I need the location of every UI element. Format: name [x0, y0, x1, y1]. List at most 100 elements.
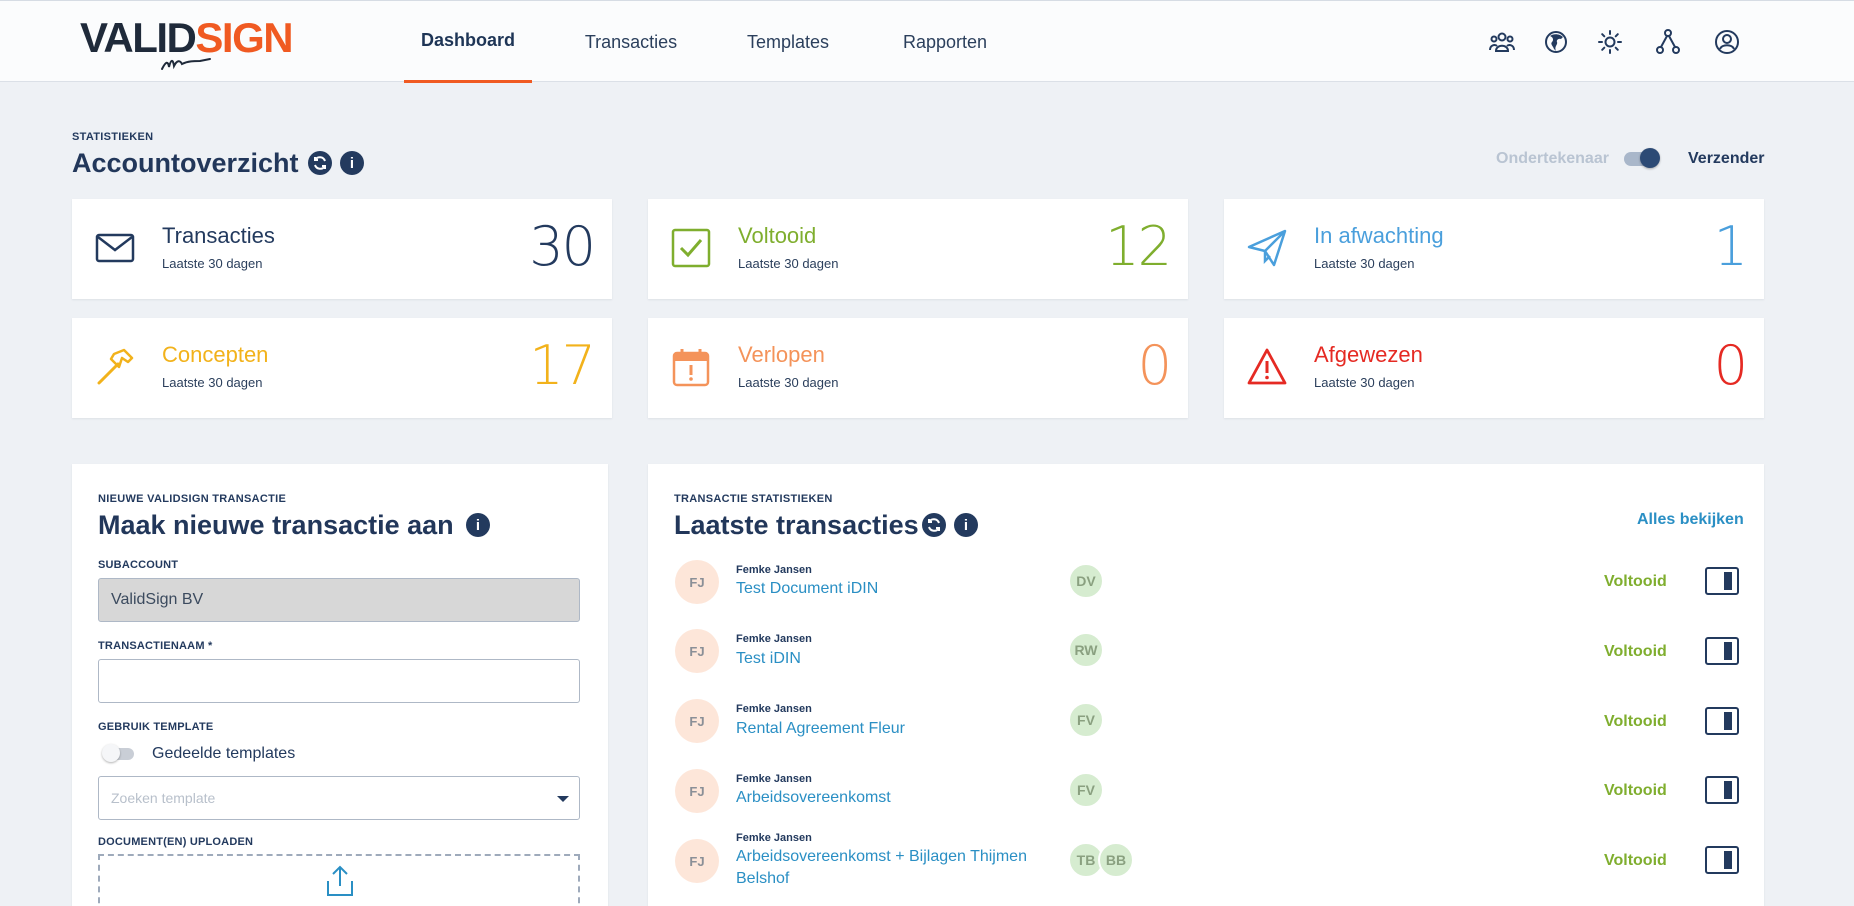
shared-templates-label: Gedeelde templates: [152, 745, 296, 762]
upload-dropzone[interactable]: [98, 854, 580, 906]
account-icon[interactable]: [1712, 27, 1742, 57]
stat-subtitle: Laatste 30 dagen: [738, 375, 839, 390]
page-title: Accountoverzicht: [72, 148, 299, 178]
status-badge: Voltooid: [1604, 852, 1667, 869]
toggle-knob: [102, 744, 120, 762]
users-icon[interactable]: [1487, 27, 1517, 57]
signer-chip: FV: [1068, 702, 1104, 738]
validsign-logo[interactable]: VALIDSIGN: [80, 17, 294, 75]
stat-subtitle: Laatste 30 dagen: [162, 375, 263, 390]
tab-templates[interactable]: Templates: [728, 1, 848, 83]
info-icon[interactable]: i: [954, 513, 978, 537]
transaction-name-input[interactable]: [98, 659, 580, 703]
stat-card-concepten[interactable]: Concepten Laatste 30 dagen 17: [72, 318, 612, 418]
open-panel-icon[interactable]: [1705, 776, 1739, 804]
open-panel-icon[interactable]: [1705, 637, 1739, 665]
transaction-name-link[interactable]: Test iDIN: [736, 648, 801, 670]
new-transaction-title: Maak nieuwe transactie aan: [98, 510, 454, 540]
paper-plane-icon: [1247, 229, 1287, 267]
toggle-label-sender[interactable]: Verzender: [1688, 150, 1764, 168]
stat-title: Verlopen: [738, 342, 825, 367]
stat-card-verlopen[interactable]: Verlopen Laatste 30 dagen 0: [648, 318, 1188, 418]
transaction-name-link[interactable]: Test Document iDIN: [736, 578, 878, 600]
stat-subtitle: Laatste 30 dagen: [1314, 256, 1415, 271]
status-badge: Voltooid: [1604, 782, 1667, 799]
info-icon[interactable]: i: [340, 151, 364, 175]
brightness-icon[interactable]: [1595, 27, 1625, 57]
calendar-alert-icon: [672, 349, 710, 387]
status-badge: Voltooid: [1604, 573, 1667, 590]
new-transaction-eyebrow: NIEUWE VALIDSIGN TRANSACTIE: [98, 493, 287, 505]
template-search-placeholder: Zoeken template: [111, 790, 216, 806]
avatar: FJ: [675, 839, 719, 883]
signer-chip: RW: [1068, 632, 1104, 668]
top-navigation-bar: VALIDSIGN Dashboard Transacties Template…: [0, 0, 1854, 83]
refresh-icon[interactable]: [922, 513, 946, 537]
signer-chip: FV: [1068, 772, 1104, 808]
transaction-name-link[interactable]: Rental Agreement Fleur: [736, 718, 905, 740]
upload-label: DOCUMENT(EN) UPLOADEN: [98, 836, 254, 848]
avatar: FJ: [675, 629, 719, 673]
transaction-sender: Femke Jansen: [736, 564, 812, 576]
status-badge: Voltooid: [1604, 713, 1667, 730]
use-template-label: GEBRUIK TEMPLATE: [98, 721, 214, 733]
info-icon[interactable]: i: [466, 513, 490, 537]
latest-eyebrow: TRANSACTIE STATISTIEKEN: [674, 493, 833, 505]
status-badge: Voltooid: [1604, 643, 1667, 660]
transaction-sender: Femke Jansen: [736, 633, 812, 645]
upload-icon: [327, 865, 353, 896]
shared-templates-toggle[interactable]: [102, 744, 134, 762]
hierarchy-icon[interactable]: [1653, 27, 1683, 57]
toggle-knob: [1640, 148, 1660, 168]
transaction-name-label: TRANSACTIENAAM *: [98, 640, 213, 652]
signer-chip: DV: [1068, 563, 1104, 599]
tab-transacties-label: Transacties: [584, 31, 678, 52]
stat-title: Concepten: [162, 342, 269, 367]
warning-icon: [1247, 348, 1287, 385]
avatar: FJ: [675, 769, 719, 813]
stat-card-transacties[interactable]: Transacties Laatste 30 dagen 30: [72, 199, 612, 299]
stat-value: 1: [1713, 215, 1748, 278]
hammer-icon: [97, 348, 134, 385]
overview-eyebrow: STATISTIEKEN: [72, 131, 154, 143]
subaccount-field: ValidSign BV: [98, 578, 580, 622]
transaction-name-line: Arbeidsovereenkomst + Bijlagen Thijmen: [736, 848, 1027, 865]
signature-scribble-icon: [161, 58, 211, 70]
tab-transacties[interactable]: Transacties: [568, 1, 694, 83]
stat-title: Afgewezen: [1314, 342, 1423, 367]
open-panel-icon[interactable]: [1705, 707, 1739, 735]
tab-templates-label: Templates: [746, 31, 830, 52]
stat-card-afgewezen[interactable]: Afgewezen Laatste 30 dagen 0: [1224, 318, 1764, 418]
transaction-sender: Femke Jansen: [736, 703, 812, 715]
template-search-select[interactable]: Zoeken template: [98, 776, 580, 820]
stat-subtitle: Laatste 30 dagen: [738, 256, 839, 271]
transaction-name-link[interactable]: Arbeidsovereenkomst: [736, 787, 891, 809]
stat-subtitle: Laatste 30 dagen: [1314, 375, 1415, 390]
globe-icon[interactable]: [1541, 27, 1571, 57]
envelope-icon: [95, 233, 135, 263]
chevron-down-icon: [557, 796, 569, 802]
transaction-name-link[interactable]: Arbeidsovereenkomst + Bijlagen Thijmen Be…: [736, 846, 1027, 890]
stat-title: In afwachting: [1314, 223, 1444, 248]
checkbox-icon: [671, 228, 711, 268]
tab-rapporten[interactable]: Rapporten: [886, 1, 1004, 83]
stat-value: 30: [529, 215, 596, 278]
view-all-link[interactable]: Alles bekijken: [1637, 511, 1744, 529]
role-toggle-switch[interactable]: [1624, 148, 1660, 168]
stat-card-voltooid[interactable]: Voltooid Laatste 30 dagen 12: [648, 199, 1188, 299]
open-panel-icon[interactable]: [1705, 846, 1739, 874]
signer-chip: BB: [1098, 842, 1134, 878]
tab-rapporten-label: Rapporten: [902, 31, 988, 52]
stat-value: 12: [1105, 215, 1172, 278]
toggle-label-signer[interactable]: Ondertekenaar: [1496, 150, 1609, 168]
stat-value: 0: [1713, 334, 1748, 397]
latest-title: Laatste transacties: [674, 510, 919, 540]
stat-title: Transacties: [162, 223, 275, 248]
avatar: FJ: [675, 699, 719, 743]
transaction-sender: Femke Jansen: [736, 832, 812, 844]
tab-dashboard[interactable]: Dashboard: [404, 1, 532, 83]
refresh-icon[interactable]: [308, 151, 332, 175]
open-panel-icon[interactable]: [1705, 567, 1739, 595]
stat-card-in-afwachting[interactable]: In afwachting Laatste 30 dagen 1: [1224, 199, 1764, 299]
transaction-sender: Femke Jansen: [736, 773, 812, 785]
